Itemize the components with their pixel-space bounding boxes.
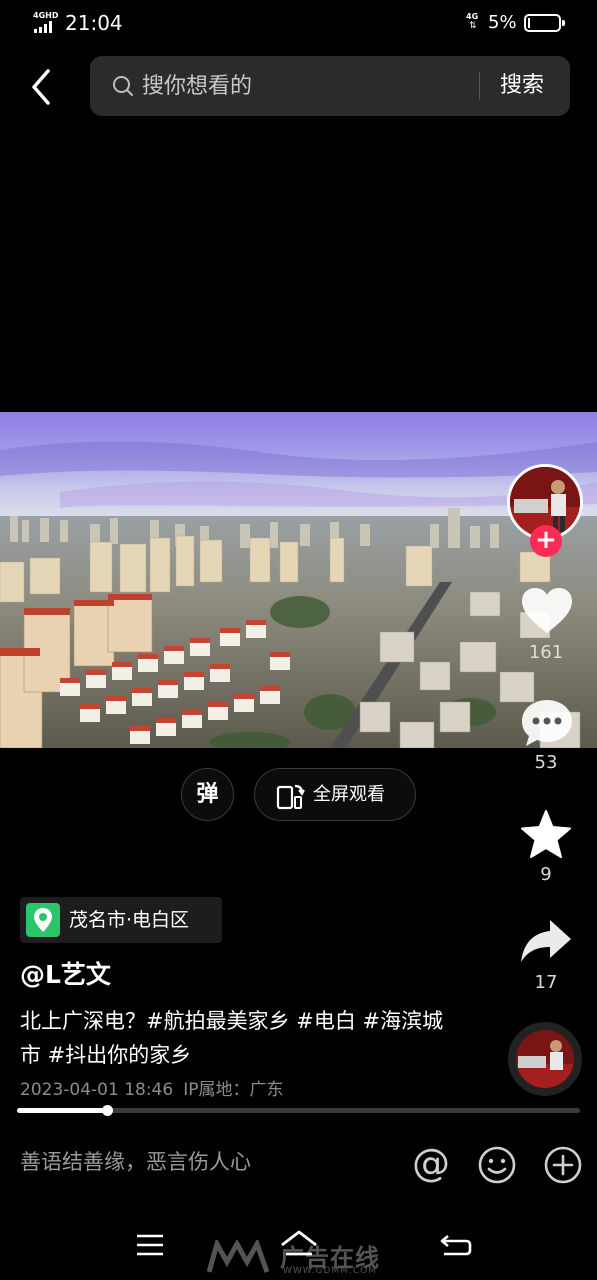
comment-icon[interactable] <box>520 697 574 749</box>
video-player[interactable] <box>0 412 597 748</box>
post-description: 北上广深电？#航拍最美家乡 #电白 #海滨城市 #抖出你的家乡 <box>20 1009 444 1067</box>
watermark-logo <box>207 1240 270 1273</box>
favorite-count: 9 <box>540 864 552 885</box>
clock: 21:04 <box>65 11 123 35</box>
network-type: 4GHD <box>33 11 59 20</box>
home-icon[interactable] <box>278 1228 320 1262</box>
location-pin-icon <box>26 903 60 937</box>
status-bar: 4GHD 21:04 4G ⇅ 5% <box>0 0 597 46</box>
back-button[interactable] <box>22 65 62 109</box>
comment-input[interactable] <box>20 1142 390 1182</box>
back-nav-icon[interactable] <box>438 1230 474 1260</box>
signal-icon <box>34 21 56 33</box>
post-meta: 2023-04-01 18:46 IP属地：广东 <box>20 1078 283 1102</box>
post-date: 2023-04-01 18:46 <box>20 1080 174 1100</box>
music-disc[interactable] <box>508 1022 582 1096</box>
network-type-right: 4G <box>466 12 479 21</box>
fullscreen-label: 全屏观看 <box>313 784 385 805</box>
search-input[interactable] <box>142 70 462 102</box>
author-name[interactable]: @L艺文 <box>20 958 111 992</box>
progress-thumb[interactable] <box>102 1105 114 1116</box>
menu-icon[interactable] <box>134 1232 166 1258</box>
search-bar[interactable]: 搜索 <box>90 56 570 116</box>
back-icon <box>32 69 50 105</box>
share-icon[interactable] <box>519 918 573 966</box>
danmu-toggle-button[interactable]: 弹 <box>181 768 234 821</box>
post-ip-location: IP属地：广东 <box>183 1080 284 1100</box>
search-icon <box>113 76 133 96</box>
search-divider <box>479 72 480 100</box>
search-button[interactable]: 搜索 <box>500 70 544 102</box>
fullscreen-button[interactable]: 全屏观看 <box>254 768 416 821</box>
comment-count: 53 <box>534 752 558 773</box>
music-disc-image <box>516 1030 574 1088</box>
fullscreen-rotate-icon <box>276 784 305 810</box>
video-progress-bar[interactable] <box>17 1105 580 1116</box>
heart-icon[interactable] <box>520 586 574 636</box>
battery-percent: 5% <box>488 12 517 33</box>
share-count: 17 <box>534 972 558 993</box>
plus-circle-icon[interactable] <box>543 1145 583 1185</box>
star-icon[interactable] <box>520 809 572 861</box>
progress-fill <box>17 1108 108 1113</box>
like-count: 161 <box>528 642 564 663</box>
follow-button[interactable]: + <box>530 525 562 557</box>
video-frame-city-aerial <box>0 412 597 748</box>
mention-button[interactable]: @ <box>410 1143 452 1185</box>
emoji-icon[interactable] <box>477 1145 517 1185</box>
location-label: 茂名市·电白区 <box>69 909 190 931</box>
watermark-url: WWW.GDMM.COM <box>283 1266 377 1276</box>
location-tag[interactable]: 茂名市·电白区 <box>20 897 222 943</box>
data-arrows-icon: ⇅ <box>469 21 477 31</box>
battery-icon <box>524 14 565 32</box>
